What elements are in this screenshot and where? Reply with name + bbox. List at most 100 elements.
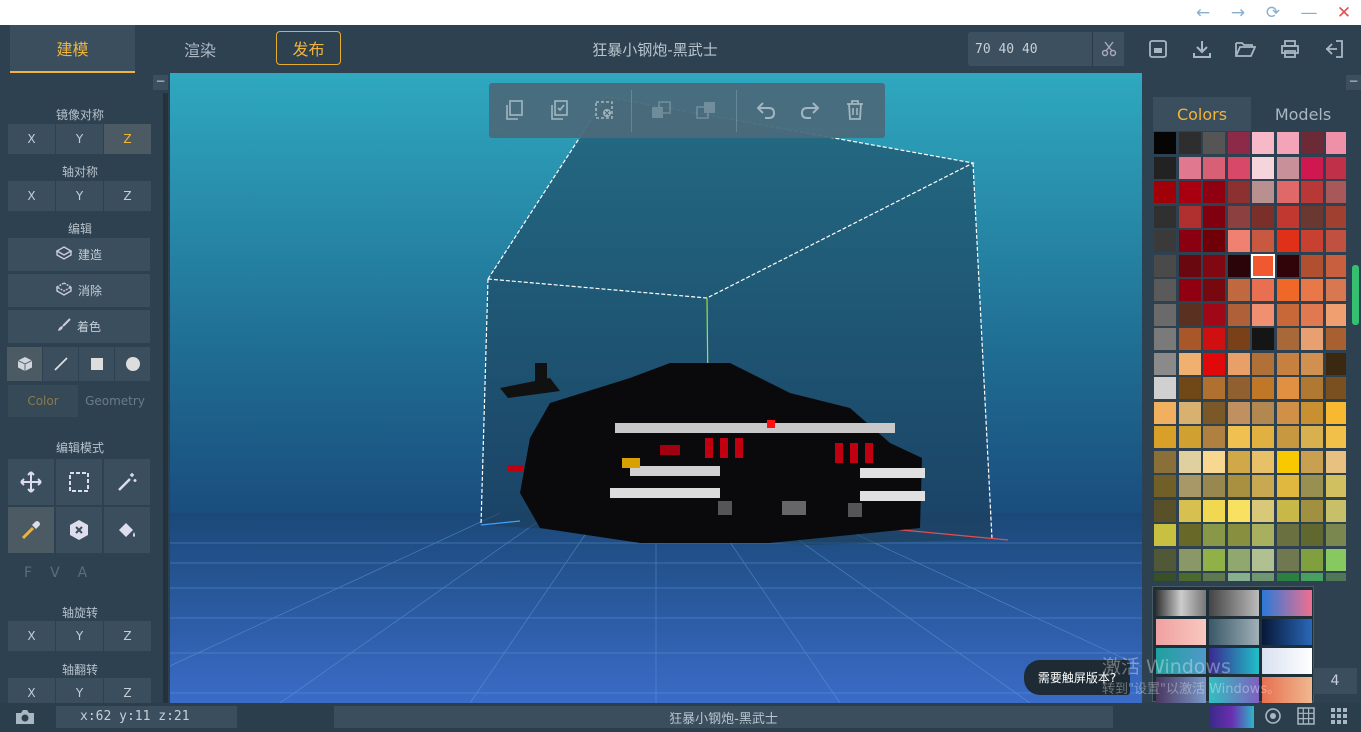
download-icon[interactable]: [1188, 35, 1216, 63]
color-swatch[interactable]: [1153, 498, 1177, 523]
color-swatch[interactable]: [1226, 278, 1251, 302]
minimize-icon[interactable]: —: [1292, 0, 1326, 25]
color-swatch[interactable]: [1202, 425, 1226, 449]
color-swatch[interactable]: [1251, 572, 1275, 581]
color-swatch[interactable]: [1226, 498, 1251, 523]
color-swatch[interactable]: [1202, 131, 1226, 155]
color-swatch[interactable]: [1202, 327, 1226, 351]
color-swatch[interactable]: [1153, 180, 1177, 204]
rot-y-button[interactable]: Y: [56, 621, 103, 651]
color-swatch[interactable]: [1177, 302, 1202, 327]
color-swatch[interactable]: [1202, 376, 1226, 400]
trash-icon[interactable]: [840, 95, 870, 125]
color-swatch[interactable]: [1275, 547, 1300, 572]
current-gradient-swatch[interactable]: [1210, 706, 1254, 728]
back-icon[interactable]: ←: [1186, 0, 1220, 25]
gradient-swatch[interactable]: [1262, 648, 1312, 674]
color-swatch[interactable]: [1202, 572, 1226, 581]
redo-icon[interactable]: [795, 95, 825, 125]
color-swatch[interactable]: [1226, 523, 1251, 547]
color-swatch[interactable]: [1153, 474, 1177, 498]
mirror-y-button[interactable]: Y: [56, 124, 103, 154]
color-swatch[interactable]: [1251, 474, 1275, 498]
color-swatch[interactable]: [1202, 253, 1226, 278]
move-icon[interactable]: [8, 459, 54, 505]
color-swatch[interactable]: [1275, 474, 1300, 498]
exit-icon[interactable]: [1320, 35, 1348, 63]
gradient-swatch[interactable]: [1209, 619, 1259, 645]
color-swatch[interactable]: [1226, 400, 1251, 425]
color-swatch[interactable]: [1275, 400, 1300, 425]
color-swatch[interactable]: [1177, 229, 1202, 253]
mirror-z-button[interactable]: Z: [104, 124, 151, 154]
color-swatch[interactable]: [1275, 498, 1300, 523]
color-swatch[interactable]: [1324, 204, 1346, 229]
flip-x-button[interactable]: X: [8, 678, 55, 703]
color-swatch[interactable]: [1153, 547, 1177, 572]
color-swatch[interactable]: [1324, 474, 1346, 498]
gradient-swatch[interactable]: [1156, 619, 1206, 645]
resize-icon[interactable]: [1092, 32, 1124, 66]
mirror-x-button[interactable]: X: [8, 124, 55, 154]
color-swatch[interactable]: [1226, 449, 1251, 474]
color-swatch[interactable]: [1251, 327, 1275, 351]
color-swatch[interactable]: [1275, 278, 1300, 302]
color-swatch[interactable]: [1153, 253, 1177, 278]
color-swatch[interactable]: [1177, 131, 1202, 155]
color-swatch[interactable]: [1177, 547, 1202, 572]
paste-check-icon[interactable]: [544, 95, 574, 125]
color-swatch[interactable]: [1177, 449, 1202, 474]
color-swatch[interactable]: [1202, 351, 1226, 376]
magic-wand-icon[interactable]: [104, 459, 150, 505]
color-swatch[interactable]: [1177, 253, 1202, 278]
color-swatch[interactable]: [1226, 229, 1251, 253]
color-swatch[interactable]: [1275, 327, 1300, 351]
color-swatch[interactable]: [1153, 572, 1177, 581]
color-swatch[interactable]: [1202, 449, 1226, 474]
color-swatch[interactable]: [1300, 155, 1324, 180]
color-swatch[interactable]: [1251, 302, 1275, 327]
dimensions-input[interactable]: 70 40 40: [968, 32, 1092, 66]
color-swatch[interactable]: [1153, 229, 1177, 253]
color-swatch[interactable]: [1153, 376, 1177, 400]
color-swatch[interactable]: [1251, 547, 1275, 572]
color-swatch[interactable]: [1251, 498, 1275, 523]
color-swatch[interactable]: [1300, 278, 1324, 302]
build-button[interactable]: 建造: [8, 238, 150, 271]
color-swatch[interactable]: [1177, 376, 1202, 400]
color-swatch[interactable]: [1202, 180, 1226, 204]
color-swatch[interactable]: [1275, 523, 1300, 547]
color-swatch[interactable]: [1324, 572, 1346, 581]
color-swatch[interactable]: [1275, 449, 1300, 474]
color-swatch[interactable]: [1300, 449, 1324, 474]
circle-shape-icon[interactable]: [115, 347, 150, 381]
undo-icon[interactable]: [751, 95, 781, 125]
left-scrollbar[interactable]: [163, 93, 168, 703]
color-swatch[interactable]: [1251, 253, 1275, 278]
color-swatch[interactable]: [1177, 204, 1202, 229]
sub-color-tab[interactable]: Color: [8, 385, 78, 417]
color-swatch[interactable]: [1251, 155, 1275, 180]
print-icon[interactable]: [1276, 35, 1304, 63]
color-swatch[interactable]: [1177, 498, 1202, 523]
color-swatch[interactable]: [1275, 351, 1300, 376]
color-swatch[interactable]: [1153, 351, 1177, 376]
camera-icon[interactable]: [14, 708, 36, 730]
vertex-mode-button[interactable]: V: [50, 565, 60, 581]
color-swatch[interactable]: [1251, 180, 1275, 204]
color-swatch[interactable]: [1251, 204, 1275, 229]
color-swatch[interactable]: [1226, 572, 1251, 581]
color-swatch[interactable]: [1226, 351, 1251, 376]
color-swatch[interactable]: [1226, 425, 1251, 449]
color-swatch[interactable]: [1202, 498, 1226, 523]
color-swatch[interactable]: [1275, 302, 1300, 327]
ungroup-icon[interactable]: [691, 95, 721, 125]
tab-model[interactable]: 建模: [10, 25, 135, 73]
color-swatch[interactable]: [1226, 302, 1251, 327]
collapse-left-button[interactable]: −: [153, 75, 168, 90]
color-swatch[interactable]: [1153, 278, 1177, 302]
color-swatch[interactable]: [1177, 400, 1202, 425]
color-swatch[interactable]: [1153, 425, 1177, 449]
color-swatch[interactable]: [1251, 449, 1275, 474]
color-swatch[interactable]: [1324, 302, 1346, 327]
